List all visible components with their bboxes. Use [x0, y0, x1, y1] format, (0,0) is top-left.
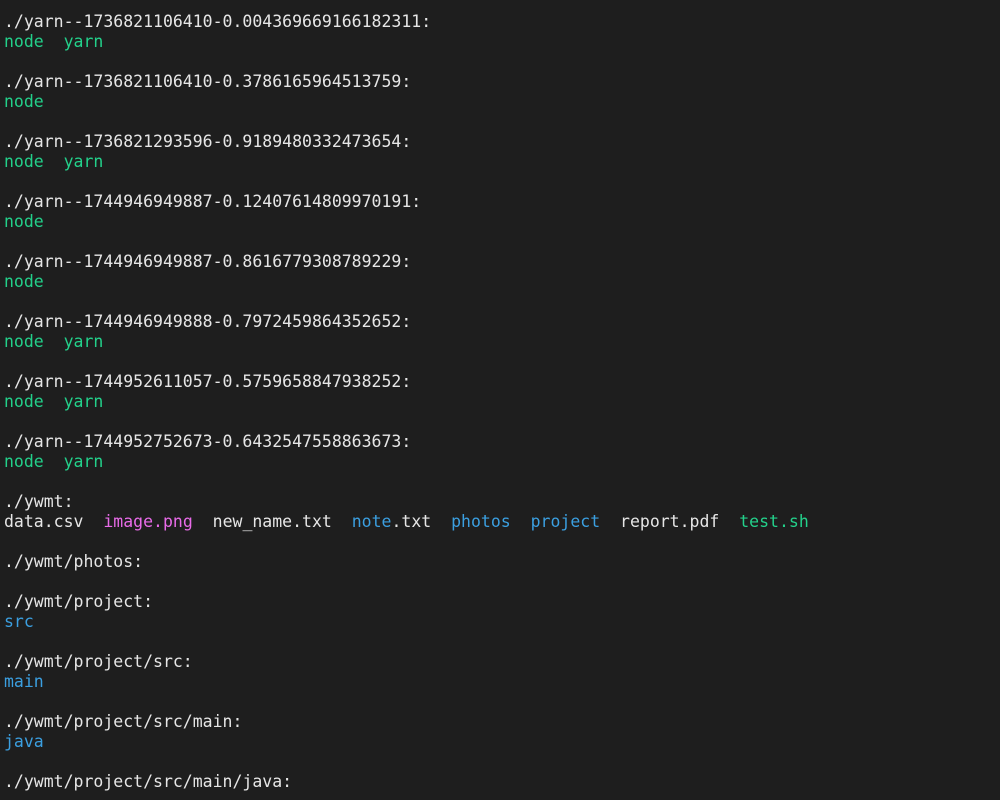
terminal-line: ./yarn--1736821293596-0.9189480332473654…	[4, 132, 411, 152]
terminal-line: ./yarn--1736821106410-0.0043696691661823…	[4, 12, 431, 32]
terminal-text: node	[4, 332, 44, 351]
terminal-text: node	[4, 392, 44, 411]
terminal-line: data.csv image.png new_name.txt note.txt…	[4, 512, 809, 532]
terminal-line: ./ywmt/project/src/main:	[4, 712, 242, 732]
terminal-line: node	[4, 92, 44, 112]
terminal-line: ./ywmt/photos:	[4, 552, 143, 572]
terminal-text: ./yarn--1744946949888-0.7972459864352652…	[4, 312, 412, 331]
terminal-text: note	[351, 512, 392, 531]
terminal-line: ./yarn--1744946949888-0.7972459864352652…	[4, 312, 411, 332]
terminal-text: ./yarn--1736821106410-0.0043696691661823…	[4, 12, 432, 31]
terminal-line: node yarn	[4, 452, 103, 472]
terminal-text: main	[4, 672, 44, 691]
terminal-line: node yarn	[4, 332, 103, 352]
terminal-text: node	[4, 212, 44, 231]
terminal-text: ./ywmt/project/src/main/java:	[4, 772, 293, 791]
terminal-text: report.pdf	[620, 512, 720, 531]
terminal-line: src	[4, 612, 34, 632]
terminal-text: src	[4, 612, 34, 631]
terminal-line: ./yarn--1744946949887-0.8616779308789229…	[4, 252, 411, 272]
terminal-text: ./ywmt:	[4, 492, 74, 511]
terminal-text: .txt	[391, 512, 432, 531]
terminal-line: node	[4, 212, 44, 232]
terminal-line: ./ywmt/project:	[4, 592, 153, 612]
terminal-text: yarn	[63, 332, 104, 351]
terminal-line: node yarn	[4, 392, 103, 412]
terminal-text: project	[530, 512, 601, 531]
terminal-line: ./ywmt/project/src:	[4, 652, 193, 672]
terminal-text: ./ywmt/photos:	[4, 552, 144, 571]
terminal-text: node	[4, 92, 44, 111]
terminal-line: ./yarn--1744946949887-0.1240761480997019…	[4, 192, 421, 212]
terminal-line: main	[4, 672, 44, 692]
terminal-text: ./yarn--1744946949887-0.1240761480997019…	[4, 192, 422, 211]
terminal-line: ./ywmt:	[4, 492, 74, 512]
terminal-text: ./yarn--1744946949887-0.8616779308789229…	[4, 252, 412, 271]
terminal-text: node	[4, 272, 44, 291]
terminal-text: image.png	[103, 512, 193, 531]
terminal-line: ./ywmt/project/src/main/java:	[4, 772, 292, 792]
terminal-line: node yarn	[4, 32, 103, 52]
terminal-text: node	[4, 32, 44, 51]
terminal-text: ./yarn--1744952752673-0.6432547558863673…	[4, 432, 412, 451]
terminal-text: ./yarn--1736821106410-0.3786165964513759…	[4, 72, 412, 91]
terminal-text: yarn	[63, 32, 104, 51]
terminal-line: ./yarn--1744952611057-0.5759658847938252…	[4, 372, 411, 392]
terminal-text: ./ywmt/project/src:	[4, 652, 193, 671]
terminal-text: ./ywmt/project:	[4, 592, 154, 611]
terminal-line: node yarn	[4, 152, 103, 172]
terminal-text: yarn	[63, 392, 104, 411]
terminal-text: new_name.txt	[212, 512, 332, 531]
terminal-text: node	[4, 452, 44, 471]
terminal-line: node	[4, 272, 44, 292]
terminal-line: ./yarn--1744952752673-0.6432547558863673…	[4, 432, 411, 452]
terminal-text: node	[4, 152, 44, 171]
terminal-text: photos	[451, 512, 511, 531]
terminal-line: java	[4, 732, 44, 752]
terminal-text: ./yarn--1744952611057-0.5759658847938252…	[4, 372, 412, 391]
terminal-text: data.csv	[4, 512, 84, 531]
terminal-text: java	[4, 732, 44, 751]
terminal-text: ./yarn--1736821293596-0.9189480332473654…	[4, 132, 412, 151]
terminal-text: test.sh	[739, 512, 809, 531]
terminal-text: ./ywmt/project/src/main:	[4, 712, 243, 731]
terminal-window[interactable]: ./yarn--1736821106410-0.0043696691661823…	[0, 0, 1000, 800]
terminal-text: yarn	[63, 452, 104, 471]
terminal-text: yarn	[63, 152, 104, 171]
terminal-line: ./yarn--1736821106410-0.3786165964513759…	[4, 72, 411, 92]
